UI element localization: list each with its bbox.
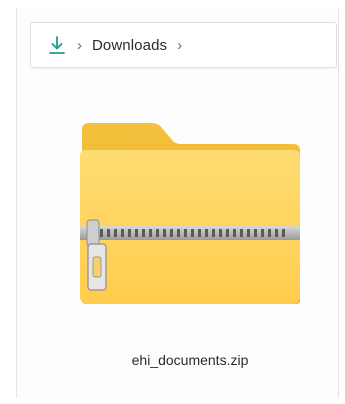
zip-folder-icon	[80, 123, 300, 304]
file-name-label: ehi_documents.zip	[131, 352, 249, 368]
download-icon	[49, 36, 65, 54]
breadcrumb-expand-chevron-icon[interactable]: ›	[177, 38, 182, 53]
file-item[interactable]: ehi_documents.zip	[70, 120, 310, 390]
breadcrumb-item-downloads[interactable]: Downloads	[92, 37, 167, 54]
breadcrumb-separator-icon: ›	[77, 36, 82, 54]
address-bar[interactable]: › Downloads ›	[30, 22, 337, 68]
